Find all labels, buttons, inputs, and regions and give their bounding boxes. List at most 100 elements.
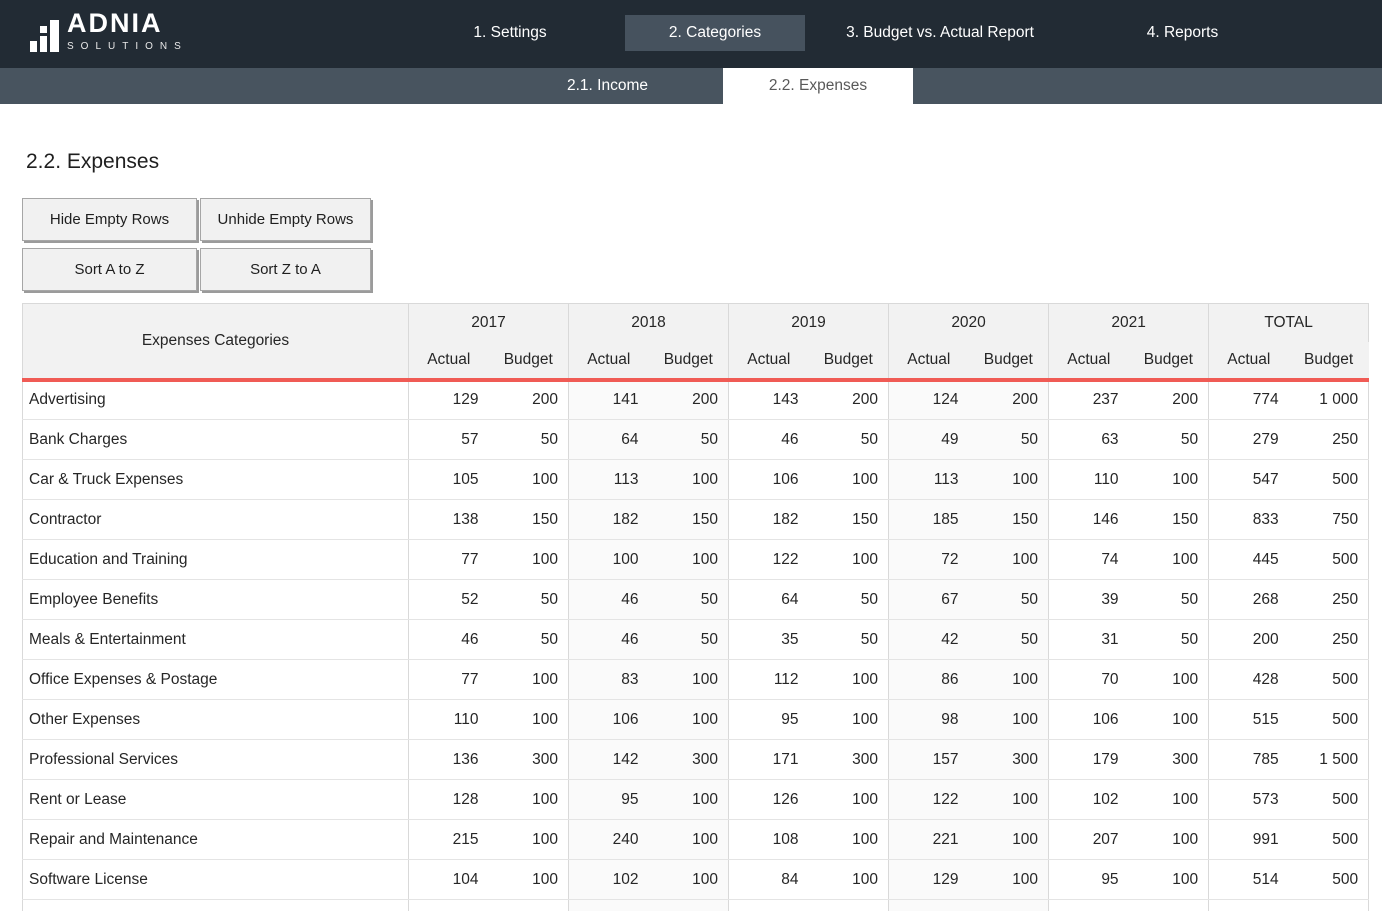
sort-a-to-z-button[interactable]: Sort A to Z (22, 248, 197, 291)
empty-cell[interactable] (809, 900, 889, 911)
category-cell[interactable]: Advertising (23, 380, 409, 420)
budget-value-cell[interactable]: 150 (809, 500, 889, 540)
category-cell[interactable]: Car & Truck Expenses (23, 460, 409, 500)
actual-value-cell[interactable]: 46 (569, 580, 649, 620)
actual-value-cell[interactable]: 279 (1209, 420, 1289, 460)
budget-value-cell[interactable]: 300 (969, 740, 1049, 780)
actual-value-cell[interactable]: 785 (1209, 740, 1289, 780)
actual-value-cell[interactable]: 182 (569, 500, 649, 540)
category-cell[interactable]: Meals & Entertainment (23, 620, 409, 660)
actual-value-cell[interactable]: 63 (1049, 420, 1129, 460)
budget-value-cell[interactable]: 100 (1129, 660, 1209, 700)
budget-value-cell[interactable]: 100 (489, 700, 569, 740)
actual-value-cell[interactable]: 113 (569, 460, 649, 500)
budget-value-cell[interactable]: 150 (969, 500, 1049, 540)
actual-value-cell[interactable]: 200 (1209, 620, 1289, 660)
budget-value-cell[interactable]: 100 (809, 460, 889, 500)
budget-value-cell[interactable]: 500 (1289, 780, 1369, 820)
actual-value-cell[interactable]: 31 (1049, 620, 1129, 660)
category-cell[interactable]: Bank Charges (23, 420, 409, 460)
category-cell[interactable]: Repair and Maintenance (23, 820, 409, 860)
budget-value-cell[interactable]: 50 (809, 420, 889, 460)
actual-value-cell[interactable]: 102 (569, 860, 649, 900)
actual-value-cell[interactable]: 547 (1209, 460, 1289, 500)
budget-value-cell[interactable]: 50 (969, 420, 1049, 460)
empty-cell[interactable] (1289, 900, 1369, 911)
budget-value-cell[interactable]: 150 (649, 500, 729, 540)
budget-value-cell[interactable]: 500 (1289, 820, 1369, 860)
actual-value-cell[interactable]: 428 (1209, 660, 1289, 700)
budget-value-cell[interactable]: 100 (809, 860, 889, 900)
actual-value-cell[interactable]: 240 (569, 820, 649, 860)
actual-value-cell[interactable]: 100 (569, 540, 649, 580)
empty-cell[interactable] (23, 900, 409, 911)
actual-value-cell[interactable]: 171 (729, 740, 809, 780)
actual-value-cell[interactable]: 112 (729, 660, 809, 700)
actual-value-cell[interactable]: 110 (1049, 460, 1129, 500)
actual-value-cell[interactable]: 445 (1209, 540, 1289, 580)
actual-value-cell[interactable]: 991 (1209, 820, 1289, 860)
actual-value-cell[interactable]: 95 (729, 700, 809, 740)
budget-value-cell[interactable]: 250 (1289, 420, 1369, 460)
budget-value-cell[interactable]: 100 (489, 820, 569, 860)
budget-value-cell[interactable]: 50 (649, 420, 729, 460)
budget-value-cell[interactable]: 1 500 (1289, 740, 1369, 780)
actual-value-cell[interactable]: 515 (1209, 700, 1289, 740)
actual-value-cell[interactable]: 46 (409, 620, 489, 660)
budget-value-cell[interactable]: 500 (1289, 460, 1369, 500)
actual-value-cell[interactable]: 110 (409, 700, 489, 740)
budget-value-cell[interactable]: 100 (489, 660, 569, 700)
budget-value-cell[interactable]: 200 (489, 380, 569, 420)
actual-value-cell[interactable]: 124 (889, 380, 969, 420)
actual-value-cell[interactable]: 95 (569, 780, 649, 820)
actual-value-cell[interactable]: 514 (1209, 860, 1289, 900)
category-cell[interactable]: Other Expenses (23, 700, 409, 740)
actual-value-cell[interactable]: 106 (569, 700, 649, 740)
category-cell[interactable]: Employee Benefits (23, 580, 409, 620)
empty-cell[interactable] (1049, 900, 1129, 911)
actual-value-cell[interactable]: 141 (569, 380, 649, 420)
budget-value-cell[interactable]: 50 (489, 580, 569, 620)
budget-value-cell[interactable]: 100 (809, 540, 889, 580)
actual-value-cell[interactable]: 237 (1049, 380, 1129, 420)
actual-value-cell[interactable]: 113 (889, 460, 969, 500)
empty-cell[interactable] (489, 900, 569, 911)
actual-value-cell[interactable]: 185 (889, 500, 969, 540)
actual-value-cell[interactable]: 72 (889, 540, 969, 580)
category-cell[interactable]: Contractor (23, 500, 409, 540)
empty-cell[interactable] (649, 900, 729, 911)
actual-value-cell[interactable]: 157 (889, 740, 969, 780)
budget-value-cell[interactable]: 100 (969, 460, 1049, 500)
budget-value-cell[interactable]: 100 (649, 780, 729, 820)
budget-value-cell[interactable]: 100 (1129, 700, 1209, 740)
nav-tab-budget-vs-actual-report[interactable]: 3. Budget vs. Actual Report (830, 15, 1050, 51)
budget-value-cell[interactable]: 100 (969, 700, 1049, 740)
budget-value-cell[interactable]: 50 (1129, 580, 1209, 620)
category-cell[interactable]: Rent or Lease (23, 780, 409, 820)
actual-value-cell[interactable]: 77 (409, 540, 489, 580)
budget-value-cell[interactable]: 100 (649, 860, 729, 900)
budget-value-cell[interactable]: 100 (1129, 460, 1209, 500)
actual-value-cell[interactable]: 774 (1209, 380, 1289, 420)
actual-value-cell[interactable]: 138 (409, 500, 489, 540)
budget-value-cell[interactable]: 500 (1289, 540, 1369, 580)
actual-value-cell[interactable]: 46 (729, 420, 809, 460)
empty-cell[interactable] (969, 900, 1049, 911)
budget-value-cell[interactable]: 200 (1129, 380, 1209, 420)
empty-cell[interactable] (569, 900, 649, 911)
actual-value-cell[interactable]: 106 (729, 460, 809, 500)
empty-cell[interactable] (889, 900, 969, 911)
actual-value-cell[interactable]: 833 (1209, 500, 1289, 540)
actual-value-cell[interactable]: 128 (409, 780, 489, 820)
actual-value-cell[interactable]: 102 (1049, 780, 1129, 820)
budget-value-cell[interactable]: 500 (1289, 860, 1369, 900)
actual-value-cell[interactable]: 57 (409, 420, 489, 460)
budget-value-cell[interactable]: 500 (1289, 700, 1369, 740)
subnav-tab-expenses[interactable]: 2.2. Expenses (723, 68, 913, 104)
nav-tab-settings[interactable]: 1. Settings (430, 15, 590, 51)
budget-value-cell[interactable]: 100 (1129, 820, 1209, 860)
empty-cell[interactable] (1129, 900, 1209, 911)
budget-value-cell[interactable]: 50 (649, 620, 729, 660)
actual-value-cell[interactable]: 64 (569, 420, 649, 460)
budget-value-cell[interactable]: 200 (649, 380, 729, 420)
